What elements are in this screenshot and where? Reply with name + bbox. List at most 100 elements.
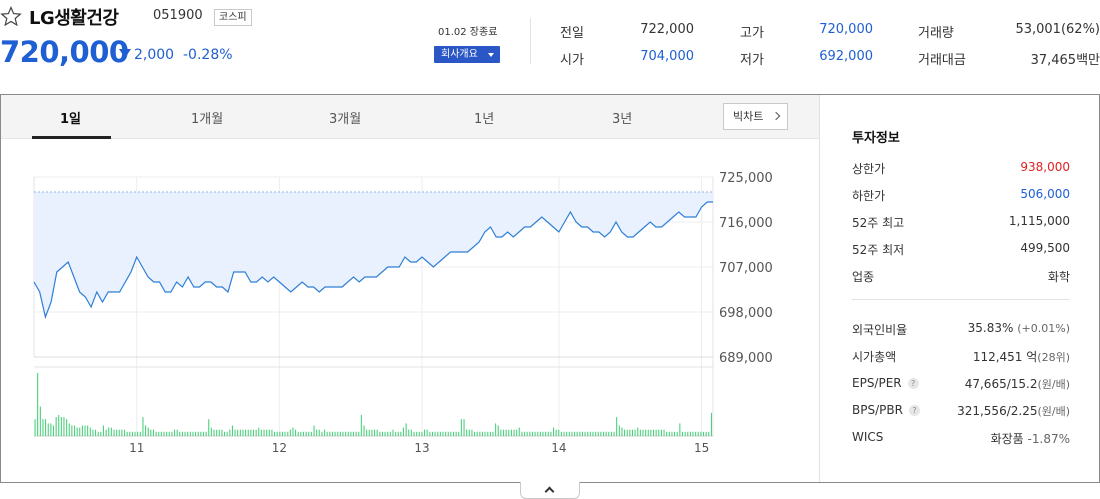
bigchart-button[interactable]: 빅차트	[723, 103, 788, 130]
volume-bar	[521, 431, 523, 436]
price-change: 2,000	[134, 47, 175, 63]
volume-bar	[442, 431, 444, 436]
star-icon[interactable]	[0, 6, 22, 26]
summary-value-open: 704,000	[640, 49, 694, 64]
volume-bar	[60, 417, 62, 436]
volume-bar	[566, 431, 568, 436]
volume-bar	[316, 429, 318, 436]
volume-bar	[374, 429, 376, 436]
volume-bar	[100, 431, 102, 436]
volume-bar	[689, 431, 691, 436]
volume-bar	[252, 429, 254, 436]
info-sub: -1.87%	[1027, 432, 1070, 446]
volume-bar	[663, 429, 665, 436]
volume-bar	[179, 431, 181, 436]
volume-bar	[550, 431, 552, 436]
volume-bar	[276, 431, 278, 436]
help-icon[interactable]: ?	[907, 378, 919, 389]
price-chart[interactable]: 725,000 716,000 707,000 698,000 689,000 11 12 1…	[1, 139, 817, 481]
volume-bar	[558, 429, 560, 436]
volume-bar	[684, 431, 686, 436]
down-arrow-icon	[119, 49, 131, 58]
volume-bar	[118, 429, 120, 436]
volume-bar	[81, 425, 83, 436]
summary-label-volume: 거래량	[918, 26, 954, 41]
summary-label-open: 시가	[560, 53, 584, 68]
summary-value-amount: 37,465백만	[1030, 53, 1100, 68]
help-icon[interactable]: ?	[908, 405, 920, 416]
tab-1month[interactable]: 1개월	[191, 108, 223, 127]
volume-bar	[671, 431, 673, 436]
chevron-right-icon	[771, 111, 781, 121]
volume-bar	[263, 429, 265, 436]
volume-bar	[352, 431, 354, 436]
volume-bar	[124, 429, 126, 436]
volume-bar	[526, 431, 528, 436]
volume-bar	[647, 429, 649, 436]
volume-bar	[608, 431, 610, 436]
volume-bar	[242, 429, 244, 436]
volume-bar	[71, 425, 73, 436]
volume-bar	[634, 429, 636, 436]
volume-bar	[624, 429, 626, 436]
volume-bar	[271, 429, 273, 436]
volume-bar	[55, 417, 57, 436]
x-tick-label: 15	[694, 441, 709, 455]
volume-bar	[492, 431, 494, 436]
volume-bar	[163, 431, 165, 436]
volume-bar	[305, 431, 307, 436]
volume-bar	[597, 431, 599, 436]
volume-bar	[571, 431, 573, 436]
volume-bar	[234, 429, 236, 436]
tab-3month[interactable]: 3개월	[329, 108, 361, 127]
volume-bar	[395, 431, 397, 436]
volume-bar	[131, 431, 133, 436]
volume-bar	[653, 429, 655, 436]
volume-bar	[621, 427, 623, 436]
volume-bar	[158, 431, 160, 436]
volume-bar	[229, 429, 231, 436]
volume-bar	[155, 431, 157, 436]
info-label: 시가총액	[852, 350, 897, 364]
summary-value-volume: 53,001(62%)	[1015, 22, 1100, 37]
divider	[852, 299, 1070, 300]
volume-bar	[126, 431, 128, 436]
info-label: 하한가	[852, 189, 886, 203]
tab-1year[interactable]: 1년	[474, 108, 494, 127]
volume-bar	[279, 431, 281, 436]
volume-bar	[453, 431, 455, 436]
volume-bar	[479, 431, 481, 436]
volume-bar	[405, 423, 407, 436]
volume-bar	[508, 429, 510, 436]
volume-bar	[181, 431, 183, 436]
volume-bar	[595, 431, 597, 436]
volume-bar	[337, 431, 339, 436]
volume-bar	[560, 431, 562, 436]
collapse-toggle[interactable]	[520, 482, 580, 499]
volume-bar	[202, 431, 204, 436]
volume-bar	[474, 431, 476, 436]
company-overview-button[interactable]: 회사개요	[434, 46, 500, 63]
volume-bar	[152, 429, 154, 436]
volume-bar	[631, 429, 633, 436]
volume-bar	[108, 427, 110, 436]
tab-3year[interactable]: 3년	[612, 108, 632, 127]
volume-bar	[79, 427, 81, 436]
volume-bar	[287, 431, 289, 436]
volume-bar	[531, 431, 533, 436]
info-value[interactable]: 화장품	[991, 432, 1024, 446]
volume-bar	[116, 429, 118, 436]
volume-bar	[289, 429, 291, 436]
volume-bar	[495, 423, 497, 436]
investment-info-title: 투자정보	[852, 131, 900, 146]
tab-1day[interactable]: 1일	[60, 108, 81, 127]
volume-bar	[579, 431, 581, 436]
volume-bar	[418, 431, 420, 436]
volume-bar	[97, 431, 99, 436]
info-sub: (+0.01%)	[1017, 322, 1070, 335]
volume-bar	[368, 429, 370, 436]
stock-header: LG생활건강 051900 코스피 720,000 2,000 -0.28% 0…	[0, 0, 1100, 92]
volume-bar	[708, 431, 710, 436]
volume-bar	[555, 429, 557, 436]
volume-bar	[268, 429, 270, 436]
